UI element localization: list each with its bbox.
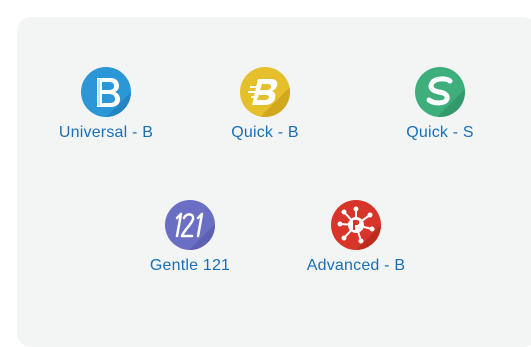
quick-s-icon <box>415 67 465 117</box>
app-advanced-b[interactable]: Advanced - B <box>281 200 431 275</box>
quick-b-icon <box>240 67 290 117</box>
app-quick-s[interactable]: Quick - S <box>365 67 515 142</box>
app-quick-b[interactable]: Quick - B <box>190 67 340 142</box>
app-gentle-121[interactable]: Gentle 121 <box>115 200 265 275</box>
app-label: Quick - S <box>406 124 474 141</box>
app-label: Gentle 121 <box>149 257 231 274</box>
app-label: Quick - B <box>231 124 299 141</box>
gentle-121-icon <box>165 200 215 250</box>
app-label: Advanced - B <box>306 257 406 274</box>
universal-b-icon <box>81 67 131 117</box>
app-universal-b[interactable]: Universal - B <box>31 67 181 142</box>
app-label: Universal - B <box>58 124 154 141</box>
advanced-b-icon <box>331 200 381 250</box>
